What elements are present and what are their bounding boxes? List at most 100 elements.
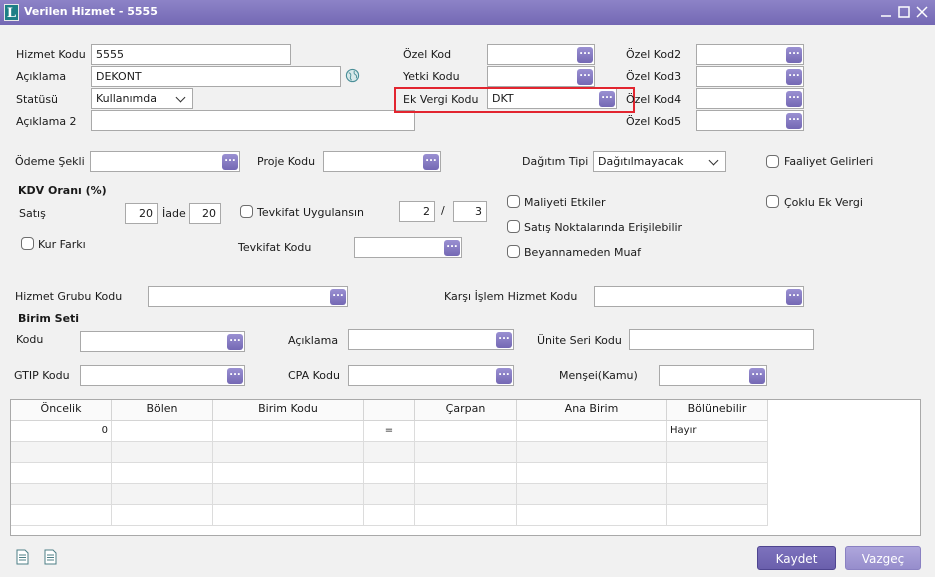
- table-row[interactable]: [11, 505, 112, 526]
- column-header[interactable]: Öncelik: [11, 400, 112, 421]
- statusu-select[interactable]: Kullanımda: [91, 88, 193, 109]
- cpa-kodu-input[interactable]: [348, 365, 514, 386]
- table-row[interactable]: [112, 463, 213, 484]
- coklu-ek-vergi-checkbox[interactable]: [766, 195, 779, 208]
- aciklama2-input[interactable]: [91, 110, 415, 131]
- hizmet-grubu-kodu-lookup-button[interactable]: ...: [330, 289, 346, 305]
- table-row[interactable]: [364, 463, 415, 484]
- tevkifat-uygulansin-checkbox[interactable]: [240, 205, 253, 218]
- tevkifat-pay-input[interactable]: 2: [399, 201, 435, 222]
- birim-aciklama-lookup-button[interactable]: ...: [496, 332, 512, 348]
- cpa-kodu-lookup-button[interactable]: ...: [496, 368, 512, 384]
- birim-grid[interactable]: Öncelik Bölen Birim Kodu Çarpan Ana Biri…: [10, 399, 921, 536]
- table-row[interactable]: [213, 442, 364, 463]
- table-row[interactable]: [517, 505, 667, 526]
- yetki-kodu-label: Yetki Kodu: [403, 70, 460, 83]
- ozel-kod2-label: Özel Kod2: [626, 48, 682, 61]
- document-icon[interactable]: [44, 549, 57, 565]
- table-row[interactable]: [112, 484, 213, 505]
- table-row[interactable]: [415, 442, 517, 463]
- table-row[interactable]: [517, 484, 667, 505]
- table-row[interactable]: [11, 463, 112, 484]
- ozel-kod3-lookup-button[interactable]: ...: [786, 69, 802, 85]
- table-row[interactable]: [364, 484, 415, 505]
- tevkifat-kodu-lookup-button[interactable]: ...: [444, 240, 460, 256]
- karsi-islem-input[interactable]: [594, 286, 804, 307]
- table-row[interactable]: [213, 463, 364, 484]
- table-row[interactable]: [112, 505, 213, 526]
- kaydet-button[interactable]: Kaydet: [757, 546, 836, 570]
- karsi-islem-label: Karşı İşlem Hizmet Kodu: [444, 290, 578, 303]
- table-row[interactable]: [364, 505, 415, 526]
- kur-farki-checkbox[interactable]: [21, 237, 34, 250]
- column-header[interactable]: Birim Kodu: [213, 400, 364, 421]
- table-row[interactable]: [517, 463, 667, 484]
- cell-oncelik[interactable]: 0: [11, 421, 112, 442]
- vazgec-button[interactable]: Vazgeç: [845, 546, 921, 570]
- cell-bolen[interactable]: [112, 421, 213, 442]
- cell-birim-kodu[interactable]: [213, 421, 364, 442]
- maximize-icon[interactable]: [896, 4, 912, 20]
- hizmet-kodu-input[interactable]: 5555: [91, 44, 291, 65]
- table-row[interactable]: [415, 463, 517, 484]
- hizmet-grubu-kodu-input[interactable]: [148, 286, 348, 307]
- satis-noktalarinda-label: Satış Noktalarında Erişilebilir: [524, 221, 683, 234]
- column-header[interactable]: Bölünebilir: [667, 400, 768, 421]
- odeme-sekli-input[interactable]: [90, 151, 240, 172]
- table-row[interactable]: [667, 463, 768, 484]
- satis-kdv-input[interactable]: 20: [125, 203, 158, 224]
- table-row[interactable]: [112, 442, 213, 463]
- ozel-kod2-lookup-button[interactable]: ...: [786, 47, 802, 63]
- ozel-kod3-label: Özel Kod3: [626, 70, 682, 83]
- close-icon[interactable]: [914, 4, 930, 20]
- table-row[interactable]: [213, 505, 364, 526]
- iade-kdv-input[interactable]: 20: [189, 203, 221, 224]
- birim-aciklama-input[interactable]: [348, 329, 514, 350]
- ozel-kod5-lookup-button[interactable]: ...: [786, 113, 802, 129]
- gtip-kodu-input[interactable]: [80, 365, 245, 386]
- ozel-kod4-lookup-button[interactable]: ...: [786, 91, 802, 107]
- cell-bolunebilir[interactable]: Hayır: [667, 421, 768, 442]
- aciklama-label: Açıklama: [16, 70, 67, 83]
- globe-icon[interactable]: [345, 68, 360, 83]
- faaliyet-gelirleri-checkbox[interactable]: [766, 155, 779, 168]
- birim-kodu-input[interactable]: [80, 331, 245, 352]
- proje-kodu-lookup-button[interactable]: ...: [423, 154, 439, 170]
- birim-kodu-lookup-button[interactable]: ...: [227, 334, 243, 350]
- cell-ana-birim[interactable]: [517, 421, 667, 442]
- table-row[interactable]: [517, 442, 667, 463]
- ozel-kod-lookup-button[interactable]: ...: [577, 47, 593, 63]
- aciklama-input[interactable]: DEKONT: [91, 66, 341, 87]
- satis-noktalarinda-checkbox[interactable]: [507, 220, 520, 233]
- yetki-kodu-lookup-button[interactable]: ...: [577, 69, 593, 85]
- document-icon[interactable]: [16, 549, 29, 565]
- table-row[interactable]: [11, 484, 112, 505]
- table-row[interactable]: [667, 442, 768, 463]
- birim-kodu-label: Kodu: [16, 333, 44, 346]
- cell-carpan[interactable]: [415, 421, 517, 442]
- table-row[interactable]: [415, 484, 517, 505]
- mensei-lookup-button[interactable]: ...: [749, 368, 765, 384]
- table-row[interactable]: [213, 484, 364, 505]
- table-row[interactable]: [11, 442, 112, 463]
- gtip-kodu-lookup-button[interactable]: ...: [227, 368, 243, 384]
- dagitim-tipi-select[interactable]: Dağıtılmayacak: [593, 151, 726, 172]
- tevkifat-payda-input[interactable]: 3: [453, 201, 487, 222]
- column-header[interactable]: Ana Birim: [517, 400, 667, 421]
- table-row[interactable]: [415, 505, 517, 526]
- table-row[interactable]: [364, 442, 415, 463]
- tevkifat-kodu-label: Tevkifat Kodu: [238, 241, 312, 254]
- minimize-icon[interactable]: [878, 4, 894, 20]
- beyannameden-muaf-checkbox[interactable]: [507, 245, 520, 258]
- column-header[interactable]: [364, 400, 415, 421]
- column-header[interactable]: Bölen: [112, 400, 213, 421]
- unite-seri-kodu-input[interactable]: [629, 329, 814, 350]
- kdv-orani-heading: KDV Oranı (%): [18, 184, 107, 197]
- maliyeti-etkiler-checkbox[interactable]: [507, 195, 520, 208]
- table-row[interactable]: [667, 484, 768, 505]
- odeme-sekli-lookup-button[interactable]: ...: [222, 154, 238, 170]
- table-row[interactable]: [667, 505, 768, 526]
- beyannameden-muaf-label: Beyannameden Muaf: [524, 246, 642, 259]
- column-header[interactable]: Çarpan: [415, 400, 517, 421]
- karsi-islem-lookup-button[interactable]: ...: [786, 289, 802, 305]
